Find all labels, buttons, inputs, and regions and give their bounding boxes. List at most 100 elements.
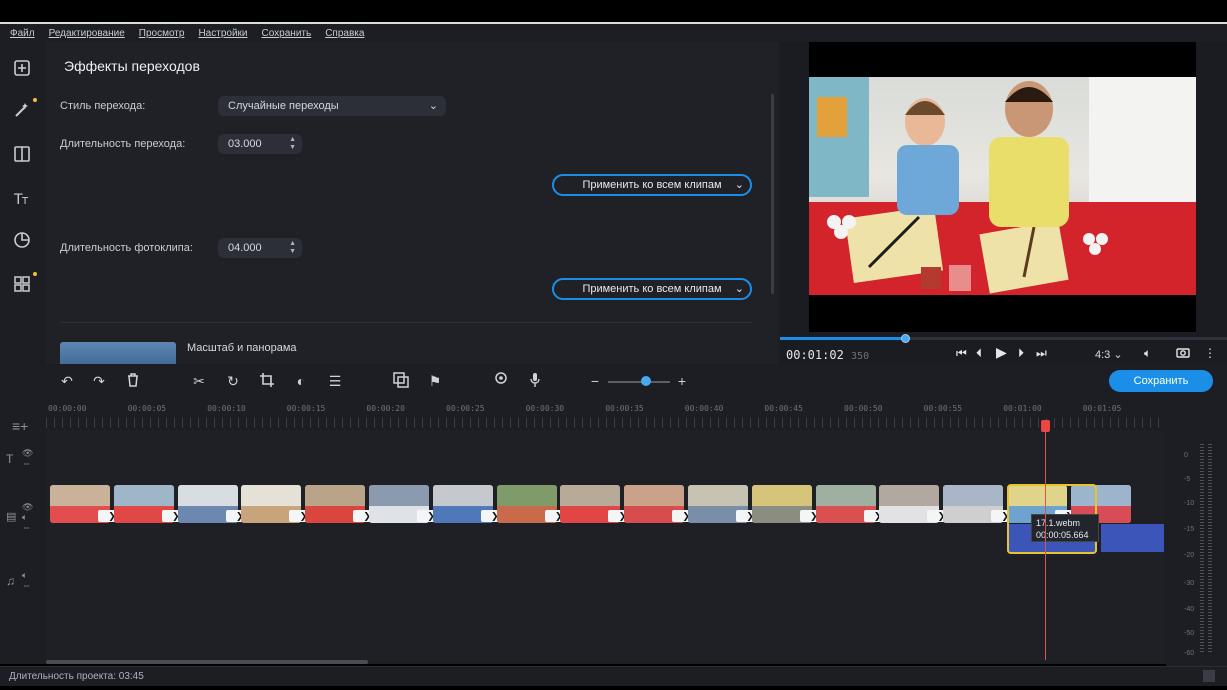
chevron-down-icon[interactable]: ⌄: [735, 176, 744, 194]
location-icon[interactable]: [492, 372, 510, 390]
track-headers: ≡+ T 👁︎ ⇔ ▤ 👁︎ 🔈︎ ⇔ ♫ 🔈︎ ⇔: [0, 398, 46, 662]
apply-button-label: Применить ко всем клипам: [582, 179, 722, 191]
menu-edit[interactable]: Редактирование: [49, 26, 125, 42]
effect-name: Масштаб и панорама: [187, 342, 297, 354]
apply-to-all-transitions-button[interactable]: Применить ко всем клипам ⌄: [552, 174, 752, 196]
menu-help[interactable]: Справка: [325, 26, 364, 42]
panel-scrollbar[interactable]: [771, 94, 774, 294]
video-frame: [809, 77, 1196, 295]
transition-duration-stepper[interactable]: 03.000 ▲ ▼: [218, 134, 302, 154]
marker-flag-icon[interactable]: ⚑: [426, 372, 444, 390]
snapshot-icon[interactable]: [1176, 346, 1190, 361]
meter-label: -50: [1184, 630, 1195, 637]
timeline-scrollbar[interactable]: [46, 660, 368, 664]
redo-icon[interactable]: ↷: [90, 372, 108, 390]
ruler-label: 00:00:00: [48, 404, 87, 413]
progress-knob[interactable]: [901, 334, 911, 343]
menu-settings[interactable]: Настройки: [198, 26, 247, 42]
overlay-icon[interactable]: [392, 372, 410, 390]
progress-fill: [780, 337, 906, 340]
ruler-label: 00:00:25: [446, 404, 485, 413]
music-track-icon: ♫: [6, 574, 15, 588]
ruler-label: 00:00:55: [923, 404, 963, 413]
more-tools-icon[interactable]: [10, 272, 37, 296]
ruler-label: 00:00:40: [684, 404, 724, 413]
meter-label: -40: [1184, 606, 1195, 613]
stepper-arrows-icon[interactable]: ▲ ▼: [289, 240, 296, 256]
divider: [60, 322, 752, 323]
save-button[interactable]: Сохранить: [1109, 370, 1213, 392]
aspect-ratio-select[interactable]: 4:3 ⌄: [1095, 348, 1123, 361]
delete-icon[interactable]: [124, 372, 142, 390]
photo-duration-label: Длительность фотоклипа:: [60, 242, 193, 254]
preview-pane: 00:01:02 350 ⏮ ⏴ ▶ ⏵ ⏭ 4:3 ⌄ 🔈︎ ⋮: [780, 42, 1227, 364]
status-bar: Длительность проекта: 03:45: [0, 666, 1227, 686]
step-back-icon[interactable]: ⏴: [976, 346, 982, 361]
import-icon[interactable]: [10, 56, 34, 80]
zoom-out-icon[interactable]: −: [586, 372, 604, 390]
menu-save[interactable]: Сохранить: [262, 26, 312, 42]
microphone-icon[interactable]: [526, 372, 544, 390]
transitions-panel: Эффекты переходов Стиль перехода: Случай…: [46, 42, 778, 364]
text-track-icon: T: [6, 452, 14, 466]
video-player[interactable]: [809, 42, 1196, 332]
ruler-label: 00:00:30: [525, 404, 565, 413]
skip-start-icon[interactable]: ⏮: [956, 346, 967, 361]
audio-waveform[interactable]: [1101, 524, 1164, 552]
volume-icon[interactable]: 🔈︎: [1144, 346, 1151, 361]
left-toolbar: TT: [0, 42, 44, 364]
ruler-ticks: [46, 418, 1164, 428]
skip-end-icon[interactable]: ⏭: [1036, 346, 1047, 361]
photo-duration-value: 04.000: [228, 242, 262, 254]
video-track-icon: ▤: [6, 511, 17, 523]
ruler-label: 00:01:00: [1003, 404, 1042, 413]
resize-grip-icon[interactable]: [1203, 670, 1215, 682]
zoom-slider[interactable]: [608, 381, 670, 383]
effect-thumbnail[interactable]: [60, 342, 176, 364]
audio-track-controls-icon[interactable]: 🔈︎ ⇔: [22, 570, 31, 590]
stickers-icon[interactable]: [10, 228, 34, 252]
project-duration: Длительность проекта: 03:45: [9, 671, 144, 682]
add-track-icon[interactable]: ≡+: [12, 418, 28, 434]
transitions-icon[interactable]: [10, 142, 34, 166]
more-options-icon[interactable]: ⋮: [1204, 346, 1216, 360]
meter-bar-left: [1200, 444, 1204, 654]
playback-progress[interactable]: [780, 334, 1227, 343]
ruler-label: 00:00:50: [844, 404, 883, 413]
timecode: 00:01:02: [786, 348, 844, 362]
titles-icon[interactable]: TT: [10, 186, 34, 210]
properties-icon[interactable]: ☰: [326, 372, 344, 390]
cut-icon[interactable]: ✂: [190, 372, 208, 390]
ruler-label: 00:00:35: [605, 404, 644, 413]
timeline-ruler[interactable]: 00:00:00 00:00:05 00:00:10 00:00:15 00:00:20…: [46, 398, 1164, 430]
ruler-label: 00:00:10: [207, 404, 246, 413]
transition-style-select[interactable]: Случайные переходы ⌄: [218, 96, 446, 116]
meter-label: -30: [1184, 580, 1195, 587]
chevron-down-icon[interactable]: ⌄: [735, 280, 744, 298]
apply-to-all-photos-button[interactable]: Применить ко всем клипам ⌄: [552, 278, 752, 300]
ruler-label: 00:01:05: [1082, 404, 1122, 413]
timecode-frames: 350: [851, 351, 870, 362]
menu-bar: Файл Редактирование Просмотр Настройки С…: [0, 26, 1227, 42]
crop-icon[interactable]: [258, 372, 276, 390]
ruler-label: 00:00:20: [366, 404, 405, 413]
rotate-icon[interactable]: ↻: [224, 372, 242, 390]
menu-file[interactable]: Файл: [10, 26, 35, 42]
stepper-arrows-icon[interactable]: ▲ ▼: [289, 136, 296, 152]
zoom-in-icon[interactable]: +: [673, 372, 691, 390]
color-adjust-icon[interactable]: ◐: [292, 372, 310, 390]
zoom-slider-knob[interactable]: [641, 376, 651, 386]
undo-icon[interactable]: ↶: [58, 372, 76, 390]
magic-wand-icon[interactable]: [10, 98, 37, 122]
menu-view[interactable]: Просмотр: [139, 26, 185, 42]
timecode-display: 00:01:02 350: [786, 348, 869, 362]
timeline-tracks[interactable]: ❯❯❯❯❯❯❯❯❯❯❯❯❯❯❯❯ 17.1.webm 00:00:05.664: [46, 430, 1164, 662]
video-track-controls-icon[interactable]: 👁︎ 🔈︎ ⇔: [22, 502, 33, 532]
svg-text:T: T: [21, 196, 29, 207]
photo-duration-stepper[interactable]: 04.000 ▲ ▼: [218, 238, 302, 258]
play-icon[interactable]: ▶: [996, 344, 1007, 361]
edit-toolbar: ↶ ↷ ✂ ↻ ◐ ☰ ⚑ − + Сохранить: [0, 364, 1227, 398]
playhead[interactable]: [1045, 420, 1046, 660]
step-forward-icon[interactable]: ⏵: [1018, 346, 1024, 361]
track-visibility-icon[interactable]: 👁︎ ⇔: [22, 448, 33, 468]
